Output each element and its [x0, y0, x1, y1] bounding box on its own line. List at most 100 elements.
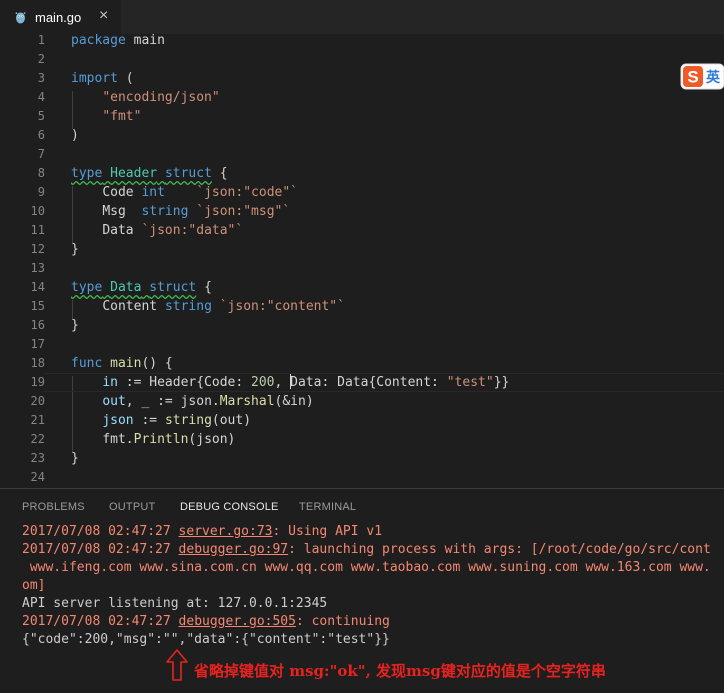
- line-text: }: [71, 316, 79, 335]
- line-text: type Data struct {: [71, 278, 212, 297]
- tab-debug-console[interactable]: DEBUG CONSOLE: [180, 501, 279, 513]
- line-number: 20: [30, 394, 45, 408]
- function-name: string: [164, 413, 212, 428]
- console-line: 2017/07/08 02:47:27 debugger.go:505: con…: [22, 613, 390, 631]
- source-link[interactable]: debugger.go:505: [179, 614, 296, 629]
- struct-tag: `json:"content"`: [219, 299, 345, 314]
- punct: {: [219, 166, 228, 181]
- line-number: 13: [30, 261, 45, 275]
- line-text: Data `json:"data"`: [71, 221, 243, 240]
- ime-badge-icon[interactable]: S 英: [680, 63, 724, 90]
- field-name: Code: [102, 185, 134, 200]
- punct: {: [204, 280, 212, 295]
- line-text: ): [71, 126, 79, 145]
- function-name: Println: [133, 432, 189, 447]
- string-literal: "test": [446, 375, 494, 390]
- line-number: 24: [30, 470, 45, 484]
- line-number: 22: [30, 432, 45, 446]
- code-fragment: ,: [125, 394, 142, 409]
- line-text: }: [71, 449, 79, 468]
- tab-main-go[interactable]: main.go ×: [0, 0, 121, 34]
- line-number: 9: [37, 185, 45, 199]
- line-number: 12: [30, 242, 45, 256]
- close-tab-icon[interactable]: ×: [99, 8, 108, 24]
- line-text: func main() {: [71, 354, 173, 373]
- source-link[interactable]: server.go:73: [179, 524, 273, 539]
- field-name: Data: [102, 223, 134, 238]
- string-literal: "fmt": [102, 109, 142, 124]
- code-fragment: ,: [274, 375, 291, 390]
- line-text: type Header struct {: [71, 164, 228, 183]
- code-line: 5 "fmt": [0, 107, 724, 126]
- keyword: import: [71, 71, 118, 86]
- line-number: 16: [30, 318, 45, 332]
- code-editor[interactable]: 1 package main 2 3 import ( 4 "encoding/…: [0, 34, 724, 486]
- line-number: 23: [30, 451, 45, 465]
- console-line: 2017/07/08 02:47:27 debugger.go:97: laun…: [22, 541, 711, 559]
- code-fragment: := Header{Code:: [117, 375, 252, 390]
- code-line: 11 Data `json:"data"`: [0, 221, 724, 240]
- function-name: main: [110, 356, 142, 371]
- line-number: 3: [37, 71, 45, 85]
- console-timestamp: 2017/07/08 02:47:27: [22, 524, 179, 539]
- code-fragment: (&in): [274, 394, 314, 409]
- code-line: 3 import (: [0, 69, 724, 88]
- tab-output[interactable]: OUTPUT: [109, 501, 155, 513]
- variable: in: [102, 375, 118, 390]
- code-line: 21 json := string(out): [0, 411, 724, 430]
- code-line: 12 }: [0, 240, 724, 259]
- line-number: 18: [30, 356, 45, 370]
- punct: () {: [141, 356, 173, 371]
- console-line: API server listening at: 127.0.0.1:2345: [22, 596, 328, 611]
- line-text: }: [71, 240, 79, 259]
- string-literal: "encoding/json": [102, 90, 220, 105]
- code-line: 13: [0, 259, 724, 278]
- type-name: Data: [110, 280, 142, 295]
- line-number: 7: [37, 147, 45, 161]
- tab-problems[interactable]: PROBLEMS: [22, 501, 85, 513]
- ime-mode-label: 英: [705, 69, 721, 86]
- source-link[interactable]: debugger.go:97: [179, 542, 289, 557]
- console-line: om]: [22, 578, 46, 593]
- console-line: www.ifeng.com www.sina.com.cn www.qq.com…: [22, 560, 711, 575]
- field-name: Content: [102, 299, 158, 314]
- line-text: "encoding/json": [71, 88, 220, 107]
- line-text: import (: [71, 69, 134, 88]
- code-line: 10 Msg string `json:"msg"`: [0, 202, 724, 221]
- keyword: func: [71, 356, 103, 371]
- line-number: 15: [30, 299, 45, 313]
- identifier: main: [133, 34, 165, 48]
- tab-bar: main.go ×: [0, 0, 724, 34]
- struct-tag: `json:"data"`: [141, 223, 244, 238]
- line-number: 10: [30, 204, 45, 218]
- tab-terminal[interactable]: TERMINAL: [299, 501, 356, 513]
- annotation-note: 省略掉键值对 msg:"ok", 发现msg键对应的值是个空字符串: [194, 662, 606, 680]
- code-line: 7: [0, 145, 724, 164]
- code-fragment: Data: Data{Content:: [290, 375, 447, 390]
- console-output-json: {"code":200,"msg":"","data":{"content":"…: [22, 632, 390, 647]
- line-number: 4: [37, 90, 45, 104]
- type-keyword: int: [141, 185, 165, 200]
- line-number: 2: [37, 52, 45, 66]
- type-keyword: string: [164, 299, 212, 314]
- line-number: 1: [37, 34, 45, 47]
- keyword: package: [71, 34, 126, 48]
- line-text: "fmt": [71, 107, 141, 126]
- code-line: 2: [0, 50, 724, 69]
- code-fragment: (out): [211, 413, 252, 428]
- console-timestamp: 2017/07/08 02:47:27: [22, 614, 179, 629]
- struct-tag: `json:"msg"`: [196, 204, 291, 219]
- number-literal: 200: [251, 375, 275, 390]
- code-line: 15 Content string `json:"content"`: [0, 297, 724, 316]
- punct: ): [71, 128, 79, 143]
- code-line: 17: [0, 335, 724, 354]
- console-message: : Using API v1: [272, 524, 383, 539]
- line-number: 8: [37, 166, 45, 180]
- code-fragment: :=: [133, 413, 165, 428]
- type-name: Header: [110, 166, 158, 181]
- console-message: : launching process with args: [/root/co…: [288, 542, 711, 557]
- code-line: 6 ): [0, 126, 724, 145]
- line-text: Msg string `json:"msg"`: [71, 202, 290, 221]
- code-line: 23 }: [0, 449, 724, 468]
- type-keyword: string: [141, 204, 189, 219]
